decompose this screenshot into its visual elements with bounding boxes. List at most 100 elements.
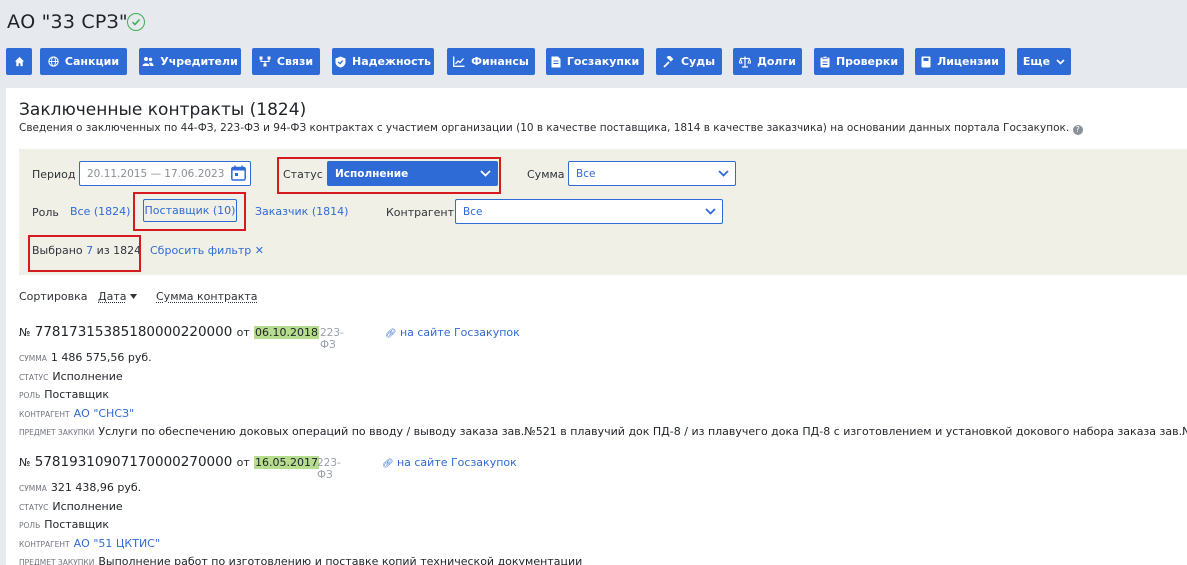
field-label-subject: предмет закупки bbox=[19, 428, 95, 437]
counterparty-label: Контрагент bbox=[386, 206, 455, 219]
period-label: Период bbox=[32, 168, 76, 181]
contract-status-row: статус Исполнение bbox=[19, 365, 123, 384]
nav-founders-label: Учредители bbox=[160, 55, 238, 68]
nav-licenses-button[interactable]: Лицензии bbox=[915, 48, 1005, 75]
nav-courts-label: Суды bbox=[680, 55, 716, 68]
role-customer-link[interactable]: Заказчик (1814) bbox=[255, 205, 348, 218]
contract-counterparty-link[interactable]: АО "51 ЦКТИС" bbox=[74, 537, 160, 550]
clipboard-icon bbox=[820, 55, 830, 67]
field-label-sum: сумма bbox=[19, 354, 47, 363]
contracts-panel: Заключенные контракты (1824) Сведения о … bbox=[6, 88, 1187, 565]
contract-role: Поставщик bbox=[44, 518, 110, 531]
sum-label: Сумма bbox=[527, 168, 565, 181]
globe-icon bbox=[48, 56, 59, 67]
close-icon: ✕ bbox=[254, 244, 264, 257]
period-input[interactable]: 20.11.2015 — 17.06.2023 bbox=[79, 161, 251, 186]
contract-sum: 1 486 575,56 руб. bbox=[50, 351, 152, 364]
contract-status-row: статус Исполнение bbox=[19, 495, 123, 514]
nav-licenses-label: Лицензии bbox=[937, 55, 999, 68]
role-label: Роль bbox=[32, 206, 59, 219]
contract-date: 16.05.2017 bbox=[254, 456, 320, 469]
nav-reliability-label: Надежность bbox=[352, 55, 431, 68]
chart-icon bbox=[453, 56, 465, 67]
nav-courts-button[interactable]: Суды bbox=[656, 48, 722, 75]
users-icon bbox=[142, 57, 154, 66]
reset-filter-link[interactable]: Сбросить фильтр ✕ bbox=[150, 244, 264, 257]
procurement-site-link-label: на сайте Госзакупок bbox=[396, 456, 517, 469]
contract-subject: Выполнение работ по изготовлению и поста… bbox=[98, 555, 583, 565]
sort-by-date-link[interactable]: Дата bbox=[98, 290, 126, 303]
section-subtitle-text: Сведения о заключенных по 44-ФЗ, 223-ФЗ … bbox=[19, 122, 1066, 134]
procurement-site-link[interactable]: 🔗︎ на сайте Госзакупок bbox=[382, 456, 517, 469]
period-value: 20.11.2015 — 17.06.2023 bbox=[87, 167, 225, 180]
contract-law: 223-ФЗ bbox=[320, 327, 344, 351]
book-icon bbox=[921, 56, 931, 67]
link-icon: 🔗︎ bbox=[382, 459, 394, 469]
contract-role: Поставщик bbox=[44, 388, 110, 401]
sort-by-sum-link[interactable]: Сумма контракта bbox=[156, 290, 258, 303]
home-icon bbox=[14, 56, 24, 67]
chevron-down-icon bbox=[718, 170, 729, 177]
chevron-down-icon bbox=[1056, 58, 1065, 65]
sum-select[interactable]: Все bbox=[568, 161, 736, 186]
section-subtitle: Сведения о заключенных по 44-ФЗ, 223-ФЗ … bbox=[19, 122, 1083, 135]
gavel-icon bbox=[663, 55, 674, 68]
role-all-link[interactable]: Все (1824) bbox=[70, 205, 130, 218]
nav-procurement-button[interactable]: Госзакупки bbox=[546, 48, 644, 75]
sort-label: Сортировка bbox=[19, 290, 88, 303]
contract-counterparty-row: контрагент АО "СНСЗ" bbox=[19, 402, 134, 421]
field-label-sum: сумма bbox=[19, 484, 47, 493]
contract-from: от bbox=[236, 456, 250, 469]
counterparty-value: Все bbox=[463, 205, 483, 218]
contract-role-row: роль Поставщик bbox=[19, 513, 109, 532]
nav-connections-button[interactable]: Связи bbox=[252, 48, 320, 75]
verified-check-icon bbox=[127, 13, 145, 31]
field-label-status: статус bbox=[19, 503, 49, 512]
contract-counterparty-link[interactable]: АО "СНСЗ" bbox=[74, 407, 134, 420]
field-label-role: роль bbox=[19, 391, 41, 400]
filter-box: Период 20.11.2015 — 17.06.2023 Статус Ис… bbox=[19, 149, 1187, 275]
sort-desc-icon bbox=[130, 294, 137, 299]
counterparty-select[interactable]: Все bbox=[455, 199, 723, 224]
scales-icon bbox=[739, 56, 752, 68]
calendar-icon[interactable] bbox=[231, 165, 246, 181]
nav-debts-button[interactable]: Долги bbox=[733, 48, 802, 75]
highlight-frame-supplier bbox=[133, 192, 246, 231]
contract-no-prefix: № bbox=[19, 326, 31, 339]
contract-header: № 77817315385180000220000 от 06.10.2018 bbox=[19, 324, 320, 340]
contract-number[interactable]: 77817315385180000220000 bbox=[35, 324, 233, 340]
nav-procurement-label: Госзакупки bbox=[566, 55, 640, 68]
nav-home-button[interactable] bbox=[6, 48, 32, 75]
reset-filter-label: Сбросить фильтр bbox=[150, 244, 252, 257]
contract-subject: Услуги по обеспечению доковых операций п… bbox=[98, 425, 1187, 438]
info-icon[interactable]: ? bbox=[1072, 125, 1083, 135]
shield-icon bbox=[335, 56, 346, 67]
contract-sum-row: сумма 1 486 575,56 руб. bbox=[19, 346, 152, 365]
link-icon: 🔗︎ bbox=[385, 329, 397, 339]
contract-sum-row: сумма 321 438,96 руб. bbox=[19, 476, 141, 495]
field-label-counterparty: контрагент bbox=[19, 410, 70, 419]
company-title: АО "33 СРЗ" bbox=[7, 11, 128, 33]
section-title: Заключенные контракты (1824) bbox=[19, 100, 307, 120]
contract-number[interactable]: 57819310907170000270000 bbox=[35, 454, 233, 470]
contract-role-row: роль Поставщик bbox=[19, 383, 109, 402]
highlight-frame-selected bbox=[28, 235, 141, 272]
procurement-site-link[interactable]: 🔗︎ на сайте Госзакупок bbox=[385, 326, 520, 339]
nav-finance-button[interactable]: Финансы bbox=[447, 48, 535, 75]
contract-subject-row: предмет закупки Услуги по обеспечению док… bbox=[19, 420, 1187, 439]
contract-status: Исполнение bbox=[52, 370, 123, 383]
sum-value: Все bbox=[576, 167, 596, 180]
nav-more-button[interactable]: Еще bbox=[1017, 48, 1071, 75]
contract-counterparty-row: контрагент АО "51 ЦКТИС" bbox=[19, 532, 160, 551]
nav-reliability-button[interactable]: Надежность bbox=[332, 48, 434, 75]
nav-more-label: Еще bbox=[1022, 55, 1051, 68]
nav-inspections-button[interactable]: Проверки bbox=[814, 48, 904, 75]
field-label-status: статус bbox=[19, 373, 49, 382]
nav-sanctions-label: Санкции bbox=[64, 55, 120, 68]
nav-sanctions-button[interactable]: Санкции bbox=[40, 48, 127, 75]
nav-founders-button[interactable]: Учредители bbox=[139, 48, 241, 75]
contract-law: 223-ФЗ bbox=[317, 457, 341, 481]
field-label-subject: предмет закупки bbox=[19, 558, 95, 565]
field-label-role: роль bbox=[19, 521, 41, 530]
contract-subject-row: предмет закупки Выполнение работ по изгот… bbox=[19, 550, 582, 565]
